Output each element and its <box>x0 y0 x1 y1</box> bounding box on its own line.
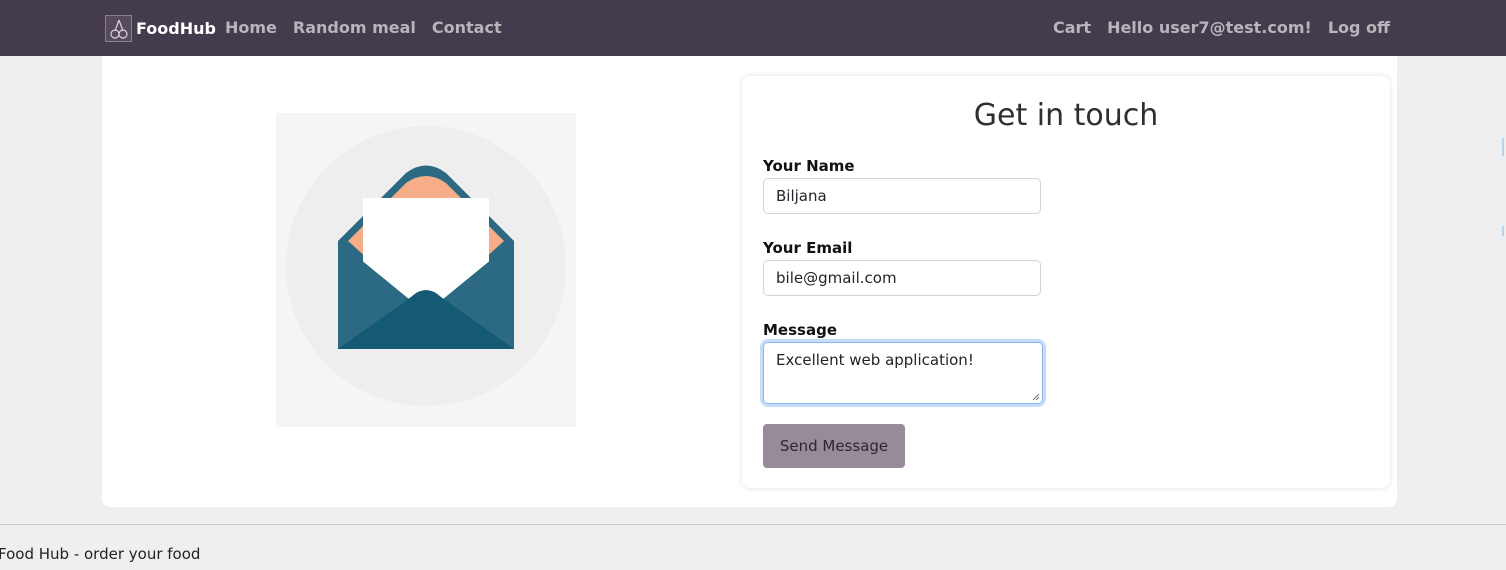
edge-artifact <box>1502 226 1504 236</box>
send-message-button[interactable]: Send Message <box>763 424 905 468</box>
footer-text: Food Hub - order your food <box>0 545 201 563</box>
cherry-logo-icon <box>105 15 132 42</box>
brand-link[interactable]: FoodHub <box>105 14 216 43</box>
name-label: Your Name <box>763 157 855 175</box>
brand-name: FoodHub <box>136 19 216 38</box>
message-label: Message <box>763 321 837 339</box>
nav-user-greeting-link[interactable]: Hello user7@test.com! <box>1107 18 1312 37</box>
nav-logoff-link[interactable]: Log off <box>1328 18 1390 37</box>
edge-artifact <box>1502 138 1504 156</box>
top-navbar: FoodHub Home Random meal Contact Cart He… <box>0 0 1506 56</box>
nav-cart-link[interactable]: Cart <box>1053 18 1091 37</box>
nav-home-link[interactable]: Home <box>225 18 277 37</box>
contact-page-card: Get in touch Your Name Biljana Your Emai… <box>102 56 1397 507</box>
contact-form: Get in touch Your Name Biljana Your Emai… <box>742 76 1390 488</box>
open-envelope-illustration <box>276 113 576 427</box>
resize-handle-icon[interactable] <box>1032 393 1040 401</box>
email-label: Your Email <box>763 239 853 257</box>
footer-divider <box>0 524 1506 525</box>
email-input[interactable]: bile@gmail.com <box>763 260 1041 296</box>
nav-contact-link[interactable]: Contact <box>432 18 502 37</box>
message-textarea[interactable]: Excellent web application! <box>763 342 1043 404</box>
message-text: Excellent web application! <box>776 351 974 369</box>
form-title: Get in touch <box>973 98 1159 133</box>
nav-random-meal-link[interactable]: Random meal <box>293 18 416 37</box>
name-input[interactable]: Biljana <box>763 178 1041 214</box>
